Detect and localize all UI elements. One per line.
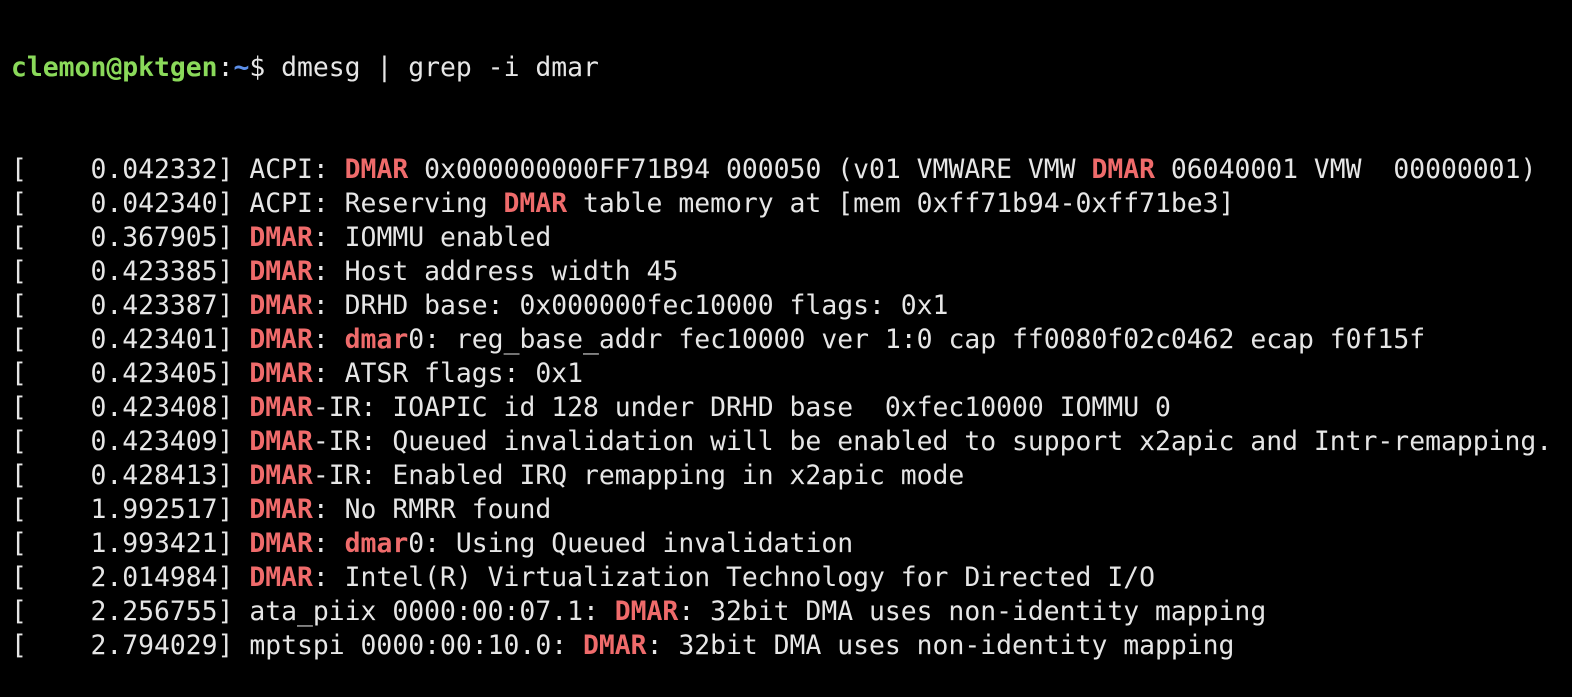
log-text: [ 0.423405] xyxy=(11,358,250,389)
grep-match: dmar xyxy=(344,324,409,355)
log-text: [ 0.423385] xyxy=(11,256,250,287)
log-text: : xyxy=(312,324,345,355)
grep-match: DMAR xyxy=(344,154,409,185)
log-text: : IOMMU enabled xyxy=(312,222,552,253)
log-line: [ 0.423385] DMAR: Host address width 45 xyxy=(11,255,1572,289)
command-text: dmesg | grep -i dmar xyxy=(281,52,599,83)
log-text: : Intel(R) Virtualization Technology for… xyxy=(312,562,1155,593)
prompt-symbol: $ xyxy=(249,52,282,83)
log-line: [ 2.014984] DMAR: Intel(R) Virtualizatio… xyxy=(11,561,1572,595)
log-text: [ 0.423401] xyxy=(11,324,250,355)
log-lines: [ 0.042332] ACPI: DMAR 0x000000000FF71B9… xyxy=(11,153,1572,663)
log-text: 06040001 VMW 00000001) xyxy=(1155,154,1537,185)
log-line: [ 0.367905] DMAR: IOMMU enabled xyxy=(11,221,1572,255)
grep-match: DMAR xyxy=(249,528,313,559)
prompt-path: ~ xyxy=(233,52,250,83)
grep-match: DMAR xyxy=(249,460,313,491)
grep-match: DMAR xyxy=(249,256,313,287)
log-text: : DRHD base: 0x000000fec10000 flags: 0x1 xyxy=(312,290,949,321)
grep-match: DMAR xyxy=(249,562,313,593)
log-line: [ 0.042340] ACPI: Reserving DMAR table m… xyxy=(11,187,1572,221)
log-text: [ 0.428413] xyxy=(11,460,250,491)
log-text: [ 2.256755] ata_piix 0000:00:07.1: xyxy=(11,596,615,627)
grep-match: DMAR xyxy=(249,426,313,457)
log-text: table memory at [mem 0xff71b94-0xff71be3… xyxy=(567,188,1235,219)
terminal-output[interactable]: clemon@pktgen:~$ dmesg | grep -i dmar [ … xyxy=(11,0,1572,697)
grep-match: dmar xyxy=(344,528,409,559)
log-text: -IR: IOAPIC id 128 under DRHD base 0xfec… xyxy=(312,392,1171,423)
log-line: [ 2.794029] mptspi 0000:00:10.0: DMAR: 3… xyxy=(11,629,1572,663)
log-text: [ 2.794029] mptspi 0000:00:10.0: xyxy=(11,630,583,661)
prompt-line: clemon@pktgen:~$ dmesg | grep -i dmar xyxy=(11,51,1572,85)
log-text: 0x000000000FF71B94 000050 (v01 VMWARE VM… xyxy=(408,154,1092,185)
grep-match: DMAR xyxy=(249,358,313,389)
log-line: [ 0.423405] DMAR: ATSR flags: 0x1 xyxy=(11,357,1572,391)
log-text: -IR: Queued invalidation will be enabled… xyxy=(312,426,1553,457)
log-line: [ 0.423401] DMAR: dmar0: reg_base_addr f… xyxy=(11,323,1572,357)
log-text: : 32bit DMA uses non-identity mapping xyxy=(646,630,1235,661)
log-line: [ 0.428413] DMAR-IR: Enabled IRQ remappi… xyxy=(11,459,1572,493)
grep-match: DMAR xyxy=(503,188,568,219)
log-text: -IR: Enabled IRQ remapping in x2apic mod… xyxy=(312,460,965,491)
log-text: [ 1.993421] xyxy=(11,528,250,559)
log-line: [ 1.992517] DMAR: No RMRR found xyxy=(11,493,1572,527)
log-text: : 32bit DMA uses non-identity mapping xyxy=(678,596,1267,627)
grep-match: DMAR xyxy=(249,392,313,423)
log-line: [ 0.423408] DMAR-IR: IOAPIC id 128 under… xyxy=(11,391,1572,425)
log-text: [ 0.423408] xyxy=(11,392,250,423)
log-text: [ 0.367905] xyxy=(11,222,250,253)
grep-match: DMAR xyxy=(1091,154,1156,185)
log-line: [ 1.993421] DMAR: dmar0: Using Queued in… xyxy=(11,527,1572,561)
grep-match: DMAR xyxy=(249,324,313,355)
grep-match: DMAR xyxy=(249,494,313,525)
log-text: [ 2.014984] xyxy=(11,562,250,593)
log-text: [ 0.423409] xyxy=(11,426,250,457)
log-text: [ 0.423387] xyxy=(11,290,250,321)
log-text: [ 1.992517] xyxy=(11,494,250,525)
log-line: [ 0.042332] ACPI: DMAR 0x000000000FF71B9… xyxy=(11,153,1572,187)
log-text: [ 0.042340] ACPI: Reserving xyxy=(11,188,504,219)
log-line: [ 2.256755] ata_piix 0000:00:07.1: DMAR:… xyxy=(11,595,1572,629)
log-text: 0: reg_base_addr fec10000 ver 1:0 cap ff… xyxy=(408,324,1426,355)
grep-match: DMAR xyxy=(614,596,679,627)
prompt-separator: : xyxy=(217,52,234,83)
log-line: [ 0.423387] DMAR: DRHD base: 0x000000fec… xyxy=(11,289,1572,323)
log-text: [ 0.042332] ACPI: xyxy=(11,154,345,185)
log-text: 0: Using Queued invalidation xyxy=(408,528,854,559)
log-line: [ 0.423409] DMAR-IR: Queued invalidation… xyxy=(11,425,1572,459)
grep-match: DMAR xyxy=(249,290,313,321)
grep-match: DMAR xyxy=(583,630,647,661)
log-text: : No RMRR found xyxy=(312,494,552,525)
log-text: : ATSR flags: 0x1 xyxy=(312,358,583,389)
grep-match: DMAR xyxy=(249,222,313,253)
prompt-user-host: clemon@pktgen xyxy=(11,52,218,83)
log-text: : xyxy=(312,528,345,559)
log-text: : Host address width 45 xyxy=(312,256,679,287)
